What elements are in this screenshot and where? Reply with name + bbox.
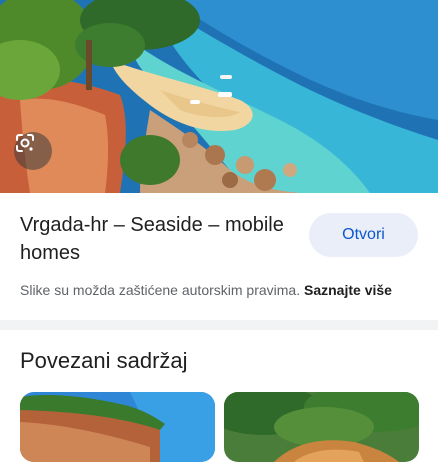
- hero-image[interactable]: [0, 0, 438, 193]
- related-thumbnail[interactable]: [20, 392, 215, 462]
- result-info-panel: Vrgada-hr – Seaside – mobile homes Otvor…: [0, 193, 438, 320]
- related-image-cliff: [20, 392, 215, 462]
- related-content-heading: Povezani sadržaj: [20, 348, 188, 373]
- result-title[interactable]: Vrgada-hr – Seaside – mobile homes: [20, 211, 290, 267]
- copyright-text: Slike su možda zaštićene autorskim pravi…: [20, 282, 301, 298]
- learn-more-link[interactable]: Saznajte više: [304, 282, 392, 298]
- related-image-forest: [224, 392, 419, 462]
- copyright-notice: Slike su možda zaštićene autorskim pravi…: [20, 282, 392, 298]
- related-thumbnail[interactable]: [224, 392, 419, 462]
- open-button[interactable]: Otvori: [309, 213, 418, 257]
- google-lens-button[interactable]: [14, 132, 52, 170]
- beach-photo: [0, 0, 438, 193]
- google-lens-icon: [16, 134, 34, 152]
- section-divider: [0, 320, 438, 330]
